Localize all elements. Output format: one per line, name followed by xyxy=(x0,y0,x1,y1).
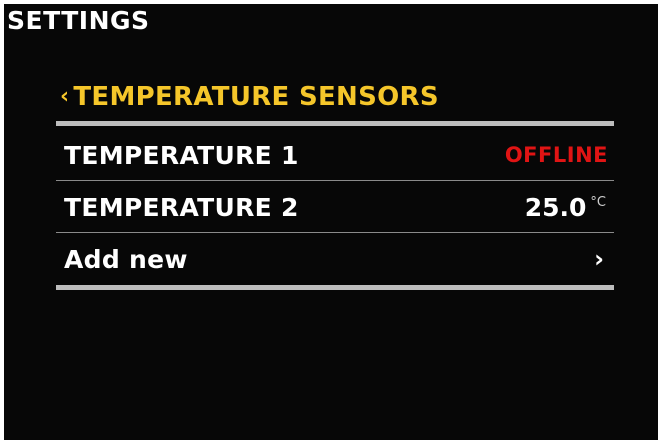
list-top-divider xyxy=(56,121,614,126)
add-new-label: Add new xyxy=(64,244,188,274)
sensor-label: TEMPERATURE 2 xyxy=(64,192,299,222)
settings-screen: SETTINGS ‹ TEMPERATURE SENSORS TEMPERATU… xyxy=(4,4,658,440)
section-title: TEMPERATURE SENSORS xyxy=(73,82,439,112)
add-new-row[interactable]: Add new › xyxy=(56,234,614,284)
sensor-reading: 25.0 °C xyxy=(525,193,614,222)
sensor-label: TEMPERATURE 1 xyxy=(64,140,299,170)
sensor-value: 25.0 xyxy=(524,192,587,222)
chevron-left-icon: ‹ xyxy=(60,84,70,109)
row-divider xyxy=(56,180,614,181)
sensor-unit: °C xyxy=(590,194,606,210)
chevron-right-icon: › xyxy=(594,245,604,273)
sensor-row-temperature-2[interactable]: TEMPERATURE 2 25.0 °C xyxy=(56,182,614,232)
sensor-status-offline: OFFLINE xyxy=(504,143,608,167)
page-title: SETTINGS xyxy=(7,6,150,35)
list-bottom-divider xyxy=(56,285,614,290)
back-button[interactable]: ‹ TEMPERATURE SENSORS xyxy=(60,80,439,114)
sensor-row-temperature-1[interactable]: TEMPERATURE 1 OFFLINE xyxy=(56,130,614,180)
row-divider xyxy=(56,232,614,233)
